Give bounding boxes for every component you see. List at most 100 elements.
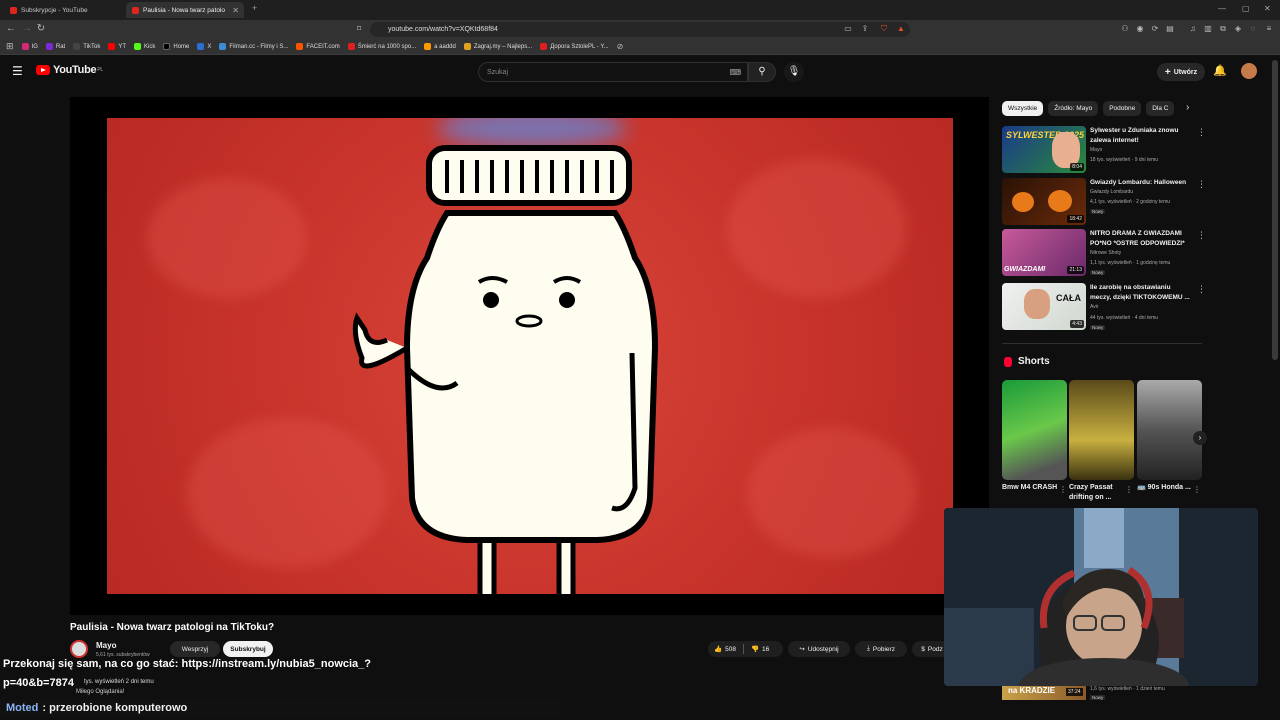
notifications-bell-icon[interactable]: 🔔 [1213, 64, 1227, 77]
channel-name[interactable]: Mayo [96, 641, 116, 650]
page-scrollbar[interactable] [1272, 60, 1278, 360]
duration-badge: 18:42 [1067, 215, 1084, 223]
bookmark-item[interactable]: TikTok [73, 43, 100, 50]
recommended-channel[interactable]: Avir [1090, 304, 1099, 310]
bookmark-item[interactable]: YT [108, 43, 126, 50]
keyboard-icon[interactable]: ⌨ [729, 68, 741, 77]
hamburger-menu-icon[interactable]: ☰ [12, 64, 23, 78]
bookmark-item[interactable]: Home [163, 43, 189, 50]
recommended-channel[interactable]: Mayo [1090, 147, 1102, 153]
recommended-title[interactable]: NITRO DRAMA Z GWIAZDAMI PO*NO *OSTRE ODP… [1090, 229, 1190, 249]
share-icon[interactable]: ⇪ [860, 24, 870, 34]
tab-current-video[interactable]: Paulisia - Nowa twarz patolo ✕ [126, 2, 244, 18]
more-options-icon[interactable]: ⋮ [1125, 485, 1133, 494]
short-thumbnail[interactable] [1002, 380, 1067, 480]
recommended-title[interactable]: Gwiazdy Lombardu: Halloween [1090, 178, 1190, 188]
short-title[interactable]: Bmw M4 CRASH [1002, 483, 1058, 493]
short-thumbnail[interactable] [1137, 380, 1202, 480]
voice-search-button[interactable]: 🎙 [784, 62, 804, 82]
recommended-video[interactable]: GWIAZDAMI 21:13 NITRO DRAMA Z GWIAZDAMI … [1002, 229, 1206, 277]
bookmark-item[interactable]: FACEIT.com [296, 43, 340, 50]
recommended-video[interactable]: CAŁA 4:43 Ile zarobię na obstawianiu mec… [1002, 283, 1206, 331]
maximize-icon[interactable]: ▢ [1242, 4, 1250, 13]
recommended-video[interactable]: 18:42 Gwiazdy Lombardu: Halloween Gwiazd… [1002, 178, 1206, 226]
bookmark-item[interactable]: Kick [134, 43, 155, 50]
join-button[interactable]: Wesprzyj [170, 641, 220, 657]
youtube-logo[interactable]: YouTube PL [36, 64, 103, 76]
bookmark-item[interactable]: a aaddd [424, 43, 456, 50]
recommended-title[interactable]: Ile zarobię na obstawianiu meczy, dzięki… [1090, 283, 1190, 303]
extension-icon[interactable]: ▤ [1165, 24, 1175, 34]
subscribe-button[interactable]: Subskrybuj [223, 641, 273, 657]
media-icon[interactable]: ♫ [1188, 24, 1198, 34]
thumbs-up-icon[interactable]: 👍 [714, 645, 722, 653]
chip-for-you[interactable]: Dla C [1146, 101, 1175, 116]
short-title[interactable]: 🚌 90s Honda ... [1137, 483, 1193, 493]
more-options-icon[interactable]: ⋮ [1197, 127, 1206, 138]
short-title[interactable]: Crazy Passat drifting on ... [1069, 483, 1125, 503]
dislike-count[interactable]: 16 [762, 646, 769, 653]
bookmark-item[interactable]: IG [21, 43, 38, 50]
profile-icon[interactable]: ◌ [1248, 24, 1258, 34]
bookmark-item[interactable]: Śmierć na 1000 spo... [347, 43, 416, 50]
chip-source[interactable]: Źródło: Mayo [1048, 101, 1099, 116]
short-thumbnail[interactable] [1069, 380, 1134, 480]
chip-related[interactable]: Podobne [1103, 101, 1142, 116]
chip-all[interactable]: Wszystkie [1002, 101, 1044, 116]
menu-icon[interactable]: ≡ [1264, 24, 1274, 34]
brave-shield-icon[interactable]: ⛉ [879, 24, 889, 34]
install-icon[interactable]: ▭ [843, 24, 853, 34]
new-tab-icon[interactable]: + [252, 3, 257, 13]
recommended-title[interactable]: Sylwester u Zduniaka znowu zalewa intern… [1090, 126, 1190, 146]
recommended-channel[interactable]: Gwiazdy Lombardu [1090, 189, 1133, 195]
share-arrow-icon: ↪ [799, 646, 805, 653]
bookmark-item[interactable]: Rat [45, 43, 65, 50]
user-avatar[interactable] [1241, 63, 1257, 79]
more-options-icon[interactable]: ⋮ [1197, 179, 1206, 190]
overlay-text-line: Przekonaj się sam, na co go stać: https:… [3, 658, 372, 670]
bookmark-item[interactable]: Доpora SztolePL - Y... [540, 43, 609, 50]
share-button[interactable]: ↪ Udostępnij [788, 641, 850, 657]
globe-icon[interactable]: ⊘ [617, 42, 624, 51]
extension-icon[interactable]: ⚇ [1120, 24, 1130, 34]
tab-close-icon[interactable]: ✕ [232, 6, 239, 15]
chevron-right-icon[interactable]: › [1186, 102, 1189, 113]
back-icon[interactable]: ← [4, 23, 18, 34]
sidebar-icon[interactable]: ▥ [1203, 24, 1213, 34]
apps-icon[interactable]: ⊞ [6, 41, 14, 52]
download-button[interactable]: ⤓ Pobierz [855, 641, 907, 657]
tab-subscriptions[interactable]: Subskrypcje - YouTube [4, 2, 122, 18]
more-options-icon[interactable]: ⋮ [1197, 284, 1206, 295]
extension-icon[interactable]: ◉ [1135, 24, 1145, 34]
extensions-icon[interactable]: ⧉ [1218, 24, 1228, 34]
recommended-channel[interactable]: Nitrowe Shoty [1090, 250, 1121, 256]
bookmark-item[interactable]: Zagraj.my – Najleps... [463, 43, 532, 50]
search-input[interactable]: Szukaj ⌨ [478, 62, 748, 82]
address-bar[interactable]: youtube.com/watch?v=XQKtd68f84 [370, 22, 910, 37]
forward-icon[interactable]: → [20, 23, 34, 34]
chevron-right-icon[interactable]: › [1193, 431, 1207, 445]
video-thumbnail[interactable]: SYLWESTER 2025 8:04 [1002, 126, 1086, 173]
more-options-icon[interactable]: ⋮ [1197, 230, 1206, 241]
video-thumbnail[interactable]: CAŁA 4:43 [1002, 283, 1086, 330]
bookmark-icon[interactable]: ⌑ [354, 24, 364, 34]
video-player[interactable] [70, 97, 989, 615]
channel-avatar[interactable] [70, 640, 88, 658]
video-thumbnail[interactable]: GWIAZDAMI 21:13 [1002, 229, 1086, 276]
create-button[interactable]: + Utwórz [1157, 63, 1205, 81]
bookmark-item[interactable]: X [197, 43, 211, 50]
thumbs-down-icon[interactable]: 👎 [751, 645, 759, 653]
video-thumbnail[interactable]: 18:42 [1002, 178, 1086, 225]
window-close-icon[interactable]: ✕ [1264, 4, 1271, 13]
recommended-video[interactable]: SYLWESTER 2025 8:04 Sylwester u Zduniaka… [1002, 126, 1206, 174]
like-count[interactable]: 508 [725, 646, 736, 653]
rewards-icon[interactable]: ▲ [896, 24, 906, 34]
minimize-icon[interactable]: — [1218, 4, 1226, 13]
more-options-icon[interactable]: ⋮ [1193, 485, 1201, 494]
more-options-icon[interactable]: ⋮ [1059, 485, 1067, 494]
bookmark-item[interactable]: Filman.cc - Filmy i S... [219, 43, 288, 50]
wallet-icon[interactable]: ◈ [1233, 24, 1243, 34]
reload-icon[interactable]: ↻ [34, 23, 48, 34]
search-button[interactable]: ⚲ [748, 62, 776, 82]
extension-icon[interactable]: ⟳ [1150, 24, 1160, 34]
